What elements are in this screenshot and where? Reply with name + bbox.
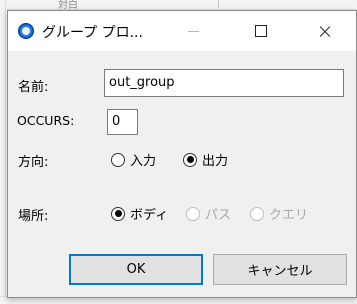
location-body-label: ボディ bbox=[130, 208, 169, 223]
radio-unchecked-icon bbox=[186, 206, 200, 221]
location-query-radio: クエリ bbox=[250, 204, 308, 223]
radio-checked-icon bbox=[183, 152, 197, 167]
direction-input-radio[interactable]: 入力 bbox=[111, 150, 156, 169]
background-divider bbox=[218, 0, 219, 8]
occurs-label: OCCURS: bbox=[17, 113, 75, 128]
ok-button[interactable]: OK bbox=[69, 254, 203, 285]
minimize-button[interactable] bbox=[170, 11, 216, 51]
name-label: 名前: bbox=[18, 80, 49, 95]
app-icon bbox=[18, 23, 34, 39]
occurs-input[interactable]: 0 bbox=[107, 109, 138, 135]
radio-checked-icon bbox=[111, 206, 125, 221]
title-bar[interactable]: グループ プロ... × bbox=[8, 11, 356, 51]
location-path-radio: パス bbox=[186, 204, 231, 223]
direction-input-label: 入力 bbox=[130, 154, 157, 169]
direction-label: 方向: bbox=[18, 155, 49, 170]
location-label: 場所: bbox=[18, 209, 49, 224]
location-query-label: クエリ bbox=[269, 208, 309, 223]
location-path-label: パス bbox=[205, 208, 232, 223]
maximize-icon bbox=[255, 25, 267, 37]
close-icon: × bbox=[316, 19, 334, 43]
direction-output-radio[interactable]: 出力 bbox=[183, 150, 228, 169]
name-input[interactable]: out_group bbox=[104, 69, 344, 97]
background-window-left-edge bbox=[0, 0, 6, 304]
group-properties-dialog: グループ プロ... × 名前: out_group OCCURS: 0 方向:… bbox=[7, 10, 357, 298]
direction-output-label: 出力 bbox=[202, 154, 229, 169]
minimize-icon bbox=[187, 30, 199, 32]
radio-unchecked-icon bbox=[250, 206, 264, 221]
maximize-button[interactable] bbox=[238, 11, 284, 51]
dialog-title: グループ プロ... bbox=[42, 25, 143, 41]
cancel-button[interactable]: キャンセル bbox=[213, 254, 347, 285]
location-body-radio[interactable]: ボディ bbox=[111, 204, 168, 223]
background-window-edge bbox=[0, 0, 357, 10]
radio-unchecked-icon bbox=[111, 152, 125, 167]
close-button[interactable]: × bbox=[302, 11, 348, 51]
